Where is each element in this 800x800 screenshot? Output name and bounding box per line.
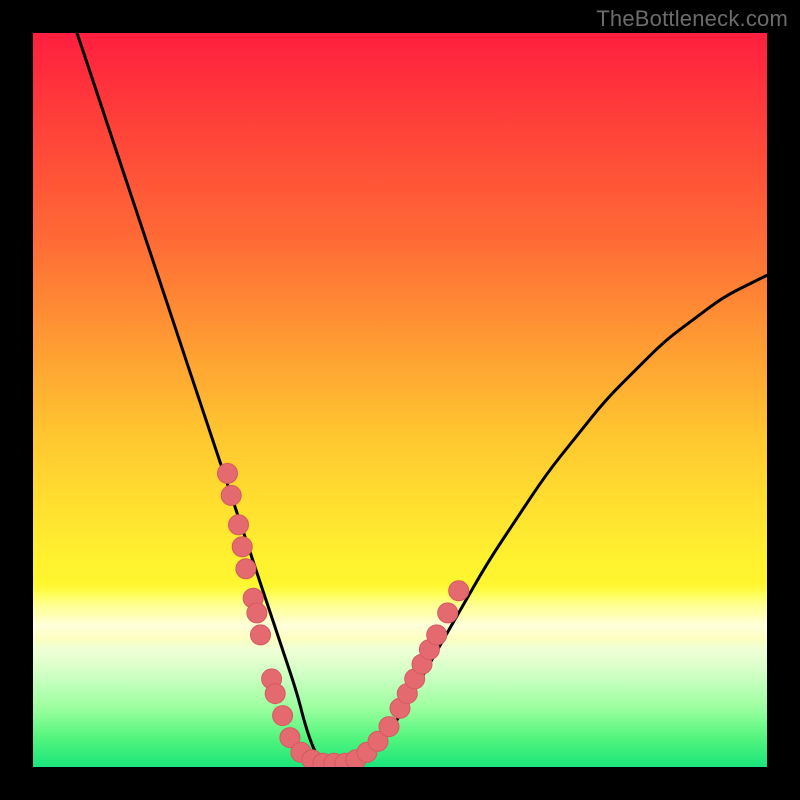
plot-background [33, 33, 767, 767]
chart-frame: TheBottleneck.com [0, 0, 800, 800]
watermark-text: TheBottleneck.com [596, 6, 788, 32]
